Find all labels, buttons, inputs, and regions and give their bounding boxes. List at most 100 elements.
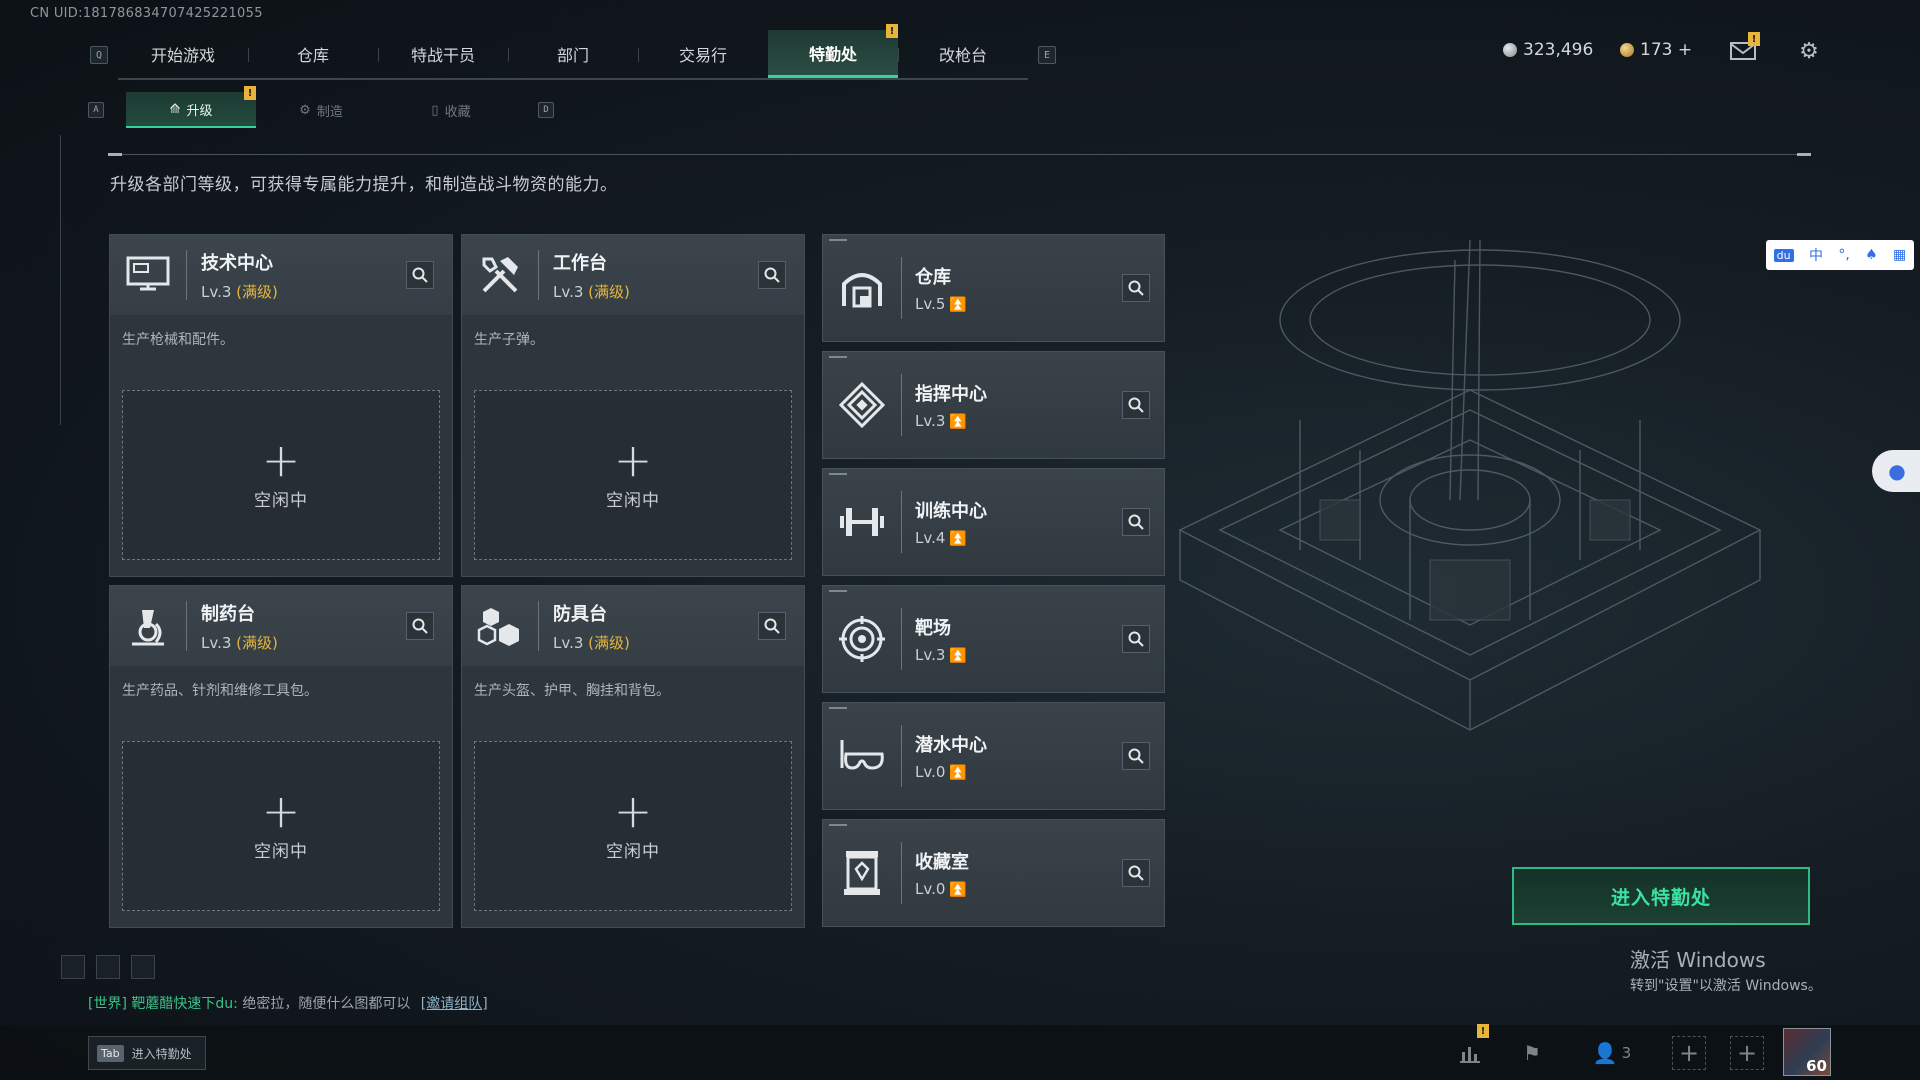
ime-skin-icon[interactable]: ♠	[1865, 247, 1878, 263]
tab-trading[interactable]: 交易行	[638, 30, 768, 78]
search-button[interactable]	[1122, 274, 1150, 302]
production-slot[interactable]: + 空闲中	[122, 390, 440, 560]
plus-icon: +	[1736, 1039, 1758, 1067]
chat-text: 绝密拉，随便什么图都可以	[237, 996, 415, 1012]
plus-icon: +	[261, 432, 301, 487]
card-level: Lv.3 (满级)	[201, 632, 278, 653]
tab-operators[interactable]: 特战干员	[378, 30, 508, 78]
top-nav-tabs: 开始游戏 仓库 特战干员 部门 交易行 特勤处! 改枪台	[118, 24, 1028, 80]
search-button[interactable]	[1122, 391, 1150, 419]
ime-lang-toggle[interactable]: 中	[1809, 245, 1823, 265]
upgrade-arrow-icon: ⏫	[949, 297, 967, 313]
card-description: 生产子弹。	[474, 332, 544, 348]
facility-collection-room[interactable]: 收藏室 Lv.0 ⏫	[822, 819, 1165, 927]
facility-title: 仓库	[915, 267, 951, 288]
floating-assistant-button[interactable]: ●	[1872, 450, 1920, 492]
mail-badge: !	[1748, 32, 1760, 46]
facility-command-center[interactable]: 指挥中心 Lv.3 ⏫	[822, 351, 1165, 459]
search-button[interactable]	[406, 261, 434, 289]
search-button[interactable]	[1122, 625, 1150, 653]
tab-label: 部门	[556, 46, 589, 65]
tab-label: 特战干员	[410, 46, 475, 65]
card-header[interactable]: 工作台 Lv.3 (满级)	[462, 235, 804, 315]
production-slot[interactable]: + 空闲中	[474, 390, 792, 560]
search-button[interactable]	[758, 612, 786, 640]
subtab-label: 收藏	[444, 104, 471, 120]
tab-label: 开始游戏	[150, 46, 215, 65]
search-icon	[412, 267, 428, 283]
trophy-case-icon	[823, 819, 901, 927]
facility-diving-center[interactable]: 潜水中心 Lv.0 ⏫	[822, 702, 1165, 810]
subtab-label: 升级	[186, 103, 213, 119]
team-button[interactable]: 👤 3	[1590, 1036, 1634, 1070]
stats-button[interactable]: !	[1453, 1024, 1489, 1070]
search-button[interactable]	[1122, 742, 1150, 770]
chat-sender[interactable]: 靶蘑醋快速下du:	[131, 996, 237, 1012]
chat-channel: [世界]	[88, 996, 127, 1012]
production-slot[interactable]: + 空闲中	[474, 741, 792, 911]
silver-currency: 323,496	[1503, 40, 1593, 60]
activate-title: 激活 Windows	[1630, 948, 1766, 972]
card-level: Lv.3 (满级)	[553, 281, 630, 302]
ime-grid-icon[interactable]: ▦	[1893, 247, 1906, 263]
card-header[interactable]: 防具台 Lv.3 (满级)	[462, 586, 804, 666]
subtab-collection[interactable]: ▯ 收藏	[386, 92, 516, 128]
card-header[interactable]: 制药台 Lv.3 (满级)	[110, 586, 452, 666]
slot-status: 空闲中	[254, 490, 308, 511]
player-avatar[interactable]: 60	[1783, 1028, 1831, 1076]
mail-button[interactable]: !	[1728, 32, 1760, 64]
upgrade-arrow-icon: ⏫	[949, 531, 967, 547]
gold-currency[interactable]: 173 +	[1620, 40, 1692, 60]
plus-icon: +	[1678, 1039, 1700, 1067]
facility-warehouse[interactable]: 仓库 Lv.5 ⏫	[822, 234, 1165, 342]
subtab-upgrade[interactable]: ⟰ 升级 !	[126, 86, 256, 128]
tab-departments[interactable]: 部门	[508, 30, 638, 78]
level-value: Lv.3	[915, 412, 946, 430]
tab-start-game[interactable]: 开始游戏	[118, 30, 248, 78]
corner-mark	[829, 356, 847, 358]
add-friend-slot-2[interactable]: +	[1730, 1036, 1764, 1070]
search-button[interactable]	[758, 261, 786, 289]
key-hint-e: E	[1038, 46, 1056, 64]
corner-mark	[829, 590, 847, 592]
level-value: Lv.0	[915, 880, 946, 898]
invite-team-link[interactable]: [邀请组队]	[421, 996, 488, 1012]
tab-warehouse[interactable]: 仓库	[248, 30, 378, 78]
tab-gunsmith[interactable]: 改枪台	[898, 30, 1028, 78]
tab-label: 仓库	[296, 46, 329, 65]
search-button[interactable]	[1122, 859, 1150, 887]
search-button[interactable]	[1122, 508, 1150, 536]
level-value: Lv.3	[553, 282, 584, 301]
flag-button[interactable]: ⚑	[1515, 1036, 1549, 1070]
facility-level: Lv.4 ⏫	[915, 529, 987, 547]
card-title: 防具台	[553, 603, 607, 625]
facility-level: Lv.0 ⏫	[915, 880, 969, 898]
card-header[interactable]: 技术中心 Lv.3 (满级)	[110, 235, 452, 315]
production-slot[interactable]: + 空闲中	[122, 741, 440, 911]
facility-shooting-range[interactable]: 靶场 Lv.3 ⏫	[822, 585, 1165, 693]
corner-mark	[829, 707, 847, 709]
search-button[interactable]	[406, 612, 434, 640]
ime-toolbar[interactable]: du 中 °, ♠ ▦	[1766, 240, 1914, 270]
tab-special-ops[interactable]: 特勤处!	[768, 24, 898, 78]
ime-punct-icon[interactable]: °,	[1838, 247, 1849, 263]
gold-coin-icon	[1620, 43, 1634, 57]
header-divider	[108, 153, 1811, 156]
card-description: 生产药品、针剂和维修工具包。	[122, 683, 318, 699]
subtab-craft[interactable]: ⚙ 制造	[256, 92, 386, 128]
team-count: 3	[1621, 1044, 1632, 1062]
add-friend-slot-1[interactable]: +	[1672, 1036, 1706, 1070]
assistant-icon: ●	[1888, 459, 1906, 483]
tab-hint-button[interactable]: Tab 进入特勤处	[88, 1036, 206, 1070]
settings-button[interactable]: ⚙	[1794, 38, 1824, 64]
facility-training-center[interactable]: 训练中心 Lv.4 ⏫	[822, 468, 1165, 576]
enter-special-ops-button[interactable]: 进入特勤处	[1512, 867, 1810, 925]
slot-status: 空闲中	[606, 490, 660, 511]
card-title: 技术中心	[201, 252, 273, 274]
facility-title: 潜水中心	[915, 735, 987, 756]
armor-blocks-icon	[462, 586, 538, 666]
card-armor-bench: 防具台 Lv.3 (满级) 生产头盔、护甲、胸挂和背包。 + 空闲中	[461, 585, 805, 928]
card-title: 制药台	[201, 603, 255, 625]
slot-status: 空闲中	[254, 841, 308, 862]
facility-level: Lv.3 ⏫	[915, 646, 967, 664]
